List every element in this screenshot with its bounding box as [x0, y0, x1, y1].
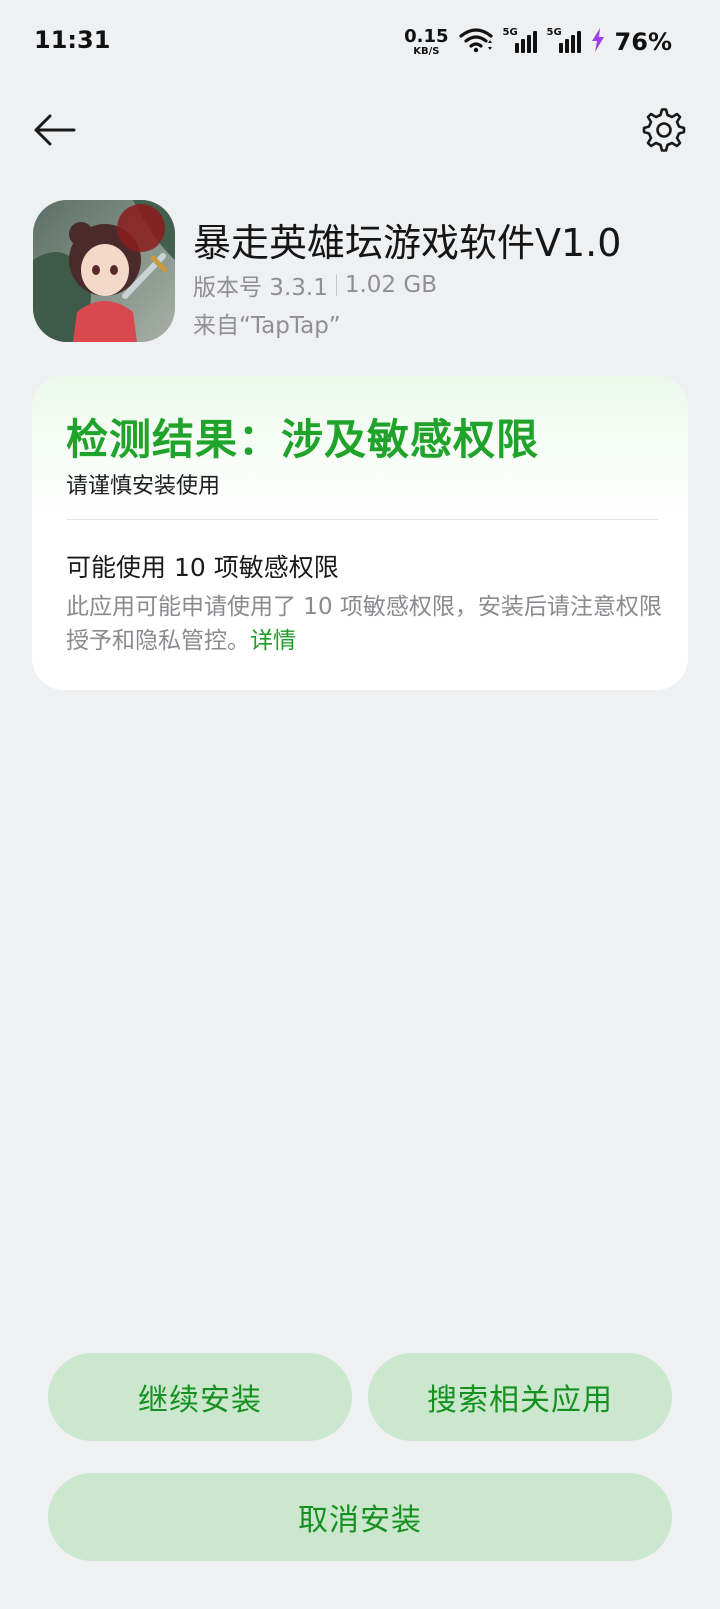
back-button[interactable] [26, 104, 82, 160]
app-size: 1.02 GB [344, 272, 437, 298]
continue-install-button[interactable]: 继续安装 [48, 1353, 352, 1441]
status-icons: 0.15 KB/S 5G 5G 76% [404, 24, 672, 60]
settings-button[interactable] [636, 104, 692, 160]
divider [66, 519, 658, 520]
app-meta: 版本号 3.3.1 1.02 GB [193, 268, 437, 302]
status-bar: 11:31 0.15 KB/S 5G 5G 76% [0, 0, 720, 86]
permission-desc-text: 此应用可能申请使用了 10 项敏感权限，安装后请注意权限授予和隐私管控。 [66, 594, 662, 654]
gear-icon [642, 108, 686, 156]
network-speed-unit: KB/S [413, 45, 440, 57]
app-version: 版本号 3.3.1 [193, 275, 328, 301]
cell-signal-1-icon: 5G [502, 27, 537, 55]
permission-summary-desc: 此应用可能申请使用了 10 项敏感权限，安装后请注意权限授予和隐私管控。详情 [66, 590, 666, 658]
network-speed: 0.15 KB/S [404, 25, 449, 57]
details-link[interactable]: 详情 [250, 628, 296, 654]
detection-result-card: 检测结果：涉及敏感权限 请谨慎安装使用 可能使用 10 项敏感权限 此应用可能申… [32, 376, 688, 690]
signal-1-label: 5G [502, 27, 518, 38]
charging-bolt-icon [591, 28, 605, 56]
network-speed-value: 0.15 [404, 25, 449, 47]
cancel-install-button[interactable]: 取消安装 [48, 1473, 672, 1561]
arrow-left-icon [32, 113, 76, 151]
cell-signal-2-icon: 5G [546, 27, 581, 55]
search-related-apps-button[interactable]: 搜索相关应用 [368, 1353, 672, 1441]
result-subtitle: 请谨慎安装使用 [66, 474, 221, 499]
app-source: 来自“TapTap” [193, 313, 341, 339]
app-icon [33, 200, 175, 342]
app-name: 暴走英雄坛游戏软件V1.0 [193, 221, 622, 265]
meta-separator [335, 274, 337, 296]
permission-summary-title: 可能使用 10 项敏感权限 [66, 553, 339, 582]
signal-2-label: 5G [546, 27, 562, 38]
status-time: 11:31 [34, 26, 111, 54]
battery-level: 76% [614, 28, 672, 56]
wifi-icon [458, 27, 493, 57]
result-title: 检测结果：涉及敏感权限 [66, 415, 540, 464]
